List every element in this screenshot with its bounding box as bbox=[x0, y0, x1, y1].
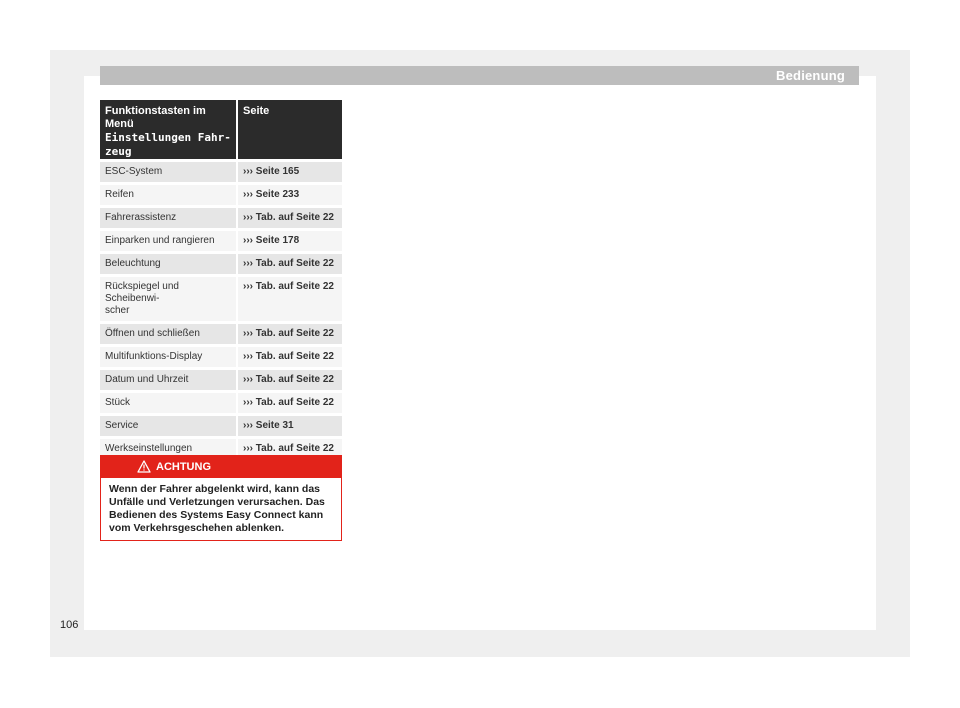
cross-reference-arrow-icon: ››› bbox=[243, 420, 253, 431]
cross-reference-arrow-icon: ››› bbox=[243, 281, 253, 292]
row-label: Datum und Uhrzeit bbox=[100, 370, 238, 393]
table-row: ESC-System ››› Seite 165 bbox=[100, 159, 342, 185]
table-row: Einparken und rangieren ››› Seite 178 bbox=[100, 231, 342, 254]
row-reference-text: Tab. auf Seite 22 bbox=[255, 443, 334, 454]
table-row: Beleuchtung ››› Tab. auf Seite 22 bbox=[100, 254, 342, 277]
cross-reference-arrow-icon: ››› bbox=[243, 374, 253, 385]
warning-header: ACHTUNG bbox=[101, 456, 341, 478]
row-reference[interactable]: ››› Seite 233 bbox=[238, 185, 342, 208]
row-reference-text: Tab. auf Seite 22 bbox=[255, 351, 334, 362]
row-label: Multifunktions-Display bbox=[100, 347, 238, 370]
cross-reference-arrow-icon: ››› bbox=[243, 235, 253, 246]
row-reference[interactable]: ››› Tab. auf Seite 22 bbox=[238, 347, 342, 370]
row-reference[interactable]: ››› Tab. auf Seite 22 bbox=[238, 208, 342, 231]
table-row: Stück ››› Tab. auf Seite 22 bbox=[100, 393, 342, 416]
row-label: Service bbox=[100, 416, 238, 439]
table-row: Datum und Uhrzeit ››› Tab. auf Seite 22 bbox=[100, 370, 342, 393]
cross-reference-arrow-icon: ››› bbox=[243, 351, 253, 362]
warning-text: Wenn der Fahrer abgelenkt wird, kann das… bbox=[109, 483, 325, 534]
row-reference[interactable]: ››› Seite 31 bbox=[238, 416, 342, 439]
row-reference[interactable]: ››› Tab. auf Seite 22 bbox=[238, 324, 342, 347]
row-label: ESC-System bbox=[100, 159, 238, 185]
warning-title: ACHTUNG bbox=[156, 461, 211, 473]
row-label: Beleuchtung bbox=[100, 254, 238, 277]
row-reference-text: Tab. auf Seite 22 bbox=[255, 397, 334, 408]
row-reference-text: Tab. auf Seite 22 bbox=[255, 212, 334, 223]
row-label: Reifen bbox=[100, 185, 238, 208]
table-row: Öffnen und schließen ››› Tab. auf Seite … bbox=[100, 324, 342, 347]
row-reference-text: Seite 165 bbox=[255, 166, 300, 177]
page-number: 106 bbox=[60, 619, 79, 631]
warning-box: ACHTUNG Wenn der Fahrer abgelenkt wird, … bbox=[100, 455, 342, 541]
cross-reference-arrow-icon: ››› bbox=[243, 212, 253, 223]
table-row: Reifen ››› Seite 233 bbox=[100, 185, 342, 208]
column-header-page: Seite bbox=[238, 100, 342, 159]
cross-reference-arrow-icon: ››› bbox=[243, 397, 253, 408]
table-row: Fahrerassistenz ››› Tab. auf Seite 22 bbox=[100, 208, 342, 231]
section-title: Bedienung bbox=[776, 68, 845, 83]
row-label: Fahrerassistenz bbox=[100, 208, 238, 231]
cross-reference-arrow-icon: ››› bbox=[243, 258, 253, 269]
function-keys-table: Funktionstasten im Menü Einstellungen Fa… bbox=[100, 100, 342, 462]
row-reference-text: Seite 233 bbox=[255, 189, 300, 200]
section-header-bar: Bedienung bbox=[100, 66, 859, 85]
table-header-row: Funktionstasten im Menü Einstellungen Fa… bbox=[100, 100, 342, 159]
row-label-line-2: scher bbox=[105, 305, 130, 316]
table-row: Multifunktions-Display ››› Tab. auf Seit… bbox=[100, 347, 342, 370]
menu-name-mono-b: zeug bbox=[105, 145, 132, 158]
row-reference[interactable]: ››› Tab. auf Seite 22 bbox=[238, 370, 342, 393]
row-label-line-1: Rückspiegel und Scheibenwi- bbox=[105, 281, 179, 304]
cross-reference-arrow-icon: ››› bbox=[243, 328, 253, 339]
cross-reference-arrow-icon: ››› bbox=[243, 166, 253, 177]
column-header-function: Funktionstasten im Menü Einstellungen Fa… bbox=[100, 100, 238, 159]
row-reference-text: Tab. auf Seite 22 bbox=[255, 258, 334, 269]
row-label: Rückspiegel und Scheibenwi-scher bbox=[100, 277, 238, 324]
row-reference-text: Seite 178 bbox=[255, 235, 300, 246]
menu-name-mono-a: Einstellungen Fahr- bbox=[105, 131, 231, 144]
row-reference-text: Tab. auf Seite 22 bbox=[255, 374, 334, 385]
row-label: Öffnen und schließen bbox=[100, 324, 238, 347]
row-reference[interactable]: ››› Seite 165 bbox=[238, 159, 342, 185]
table-row: Rückspiegel und Scheibenwi-scher ››› Tab… bbox=[100, 277, 342, 324]
table-row: Service ››› Seite 31 bbox=[100, 416, 342, 439]
cross-reference-arrow-icon: ››› bbox=[243, 443, 253, 454]
row-reference[interactable]: ››› Tab. auf Seite 22 bbox=[238, 277, 342, 324]
row-reference[interactable]: ››› Seite 178 bbox=[238, 231, 342, 254]
warning-triangle-icon bbox=[137, 460, 151, 473]
cross-reference-arrow-icon: ››› bbox=[243, 189, 253, 200]
column-header-function-text: Funktionstasten im Menü bbox=[105, 105, 206, 130]
row-label: Einparken und rangieren bbox=[100, 231, 238, 254]
row-reference[interactable]: ››› Tab. auf Seite 22 bbox=[238, 393, 342, 416]
row-label: Stück bbox=[100, 393, 238, 416]
row-reference-text: Tab. auf Seite 22 bbox=[255, 281, 334, 292]
row-reference[interactable]: ››› Tab. auf Seite 22 bbox=[238, 254, 342, 277]
row-reference-text: Seite 31 bbox=[255, 420, 294, 431]
row-reference-text: Tab. auf Seite 22 bbox=[255, 328, 334, 339]
